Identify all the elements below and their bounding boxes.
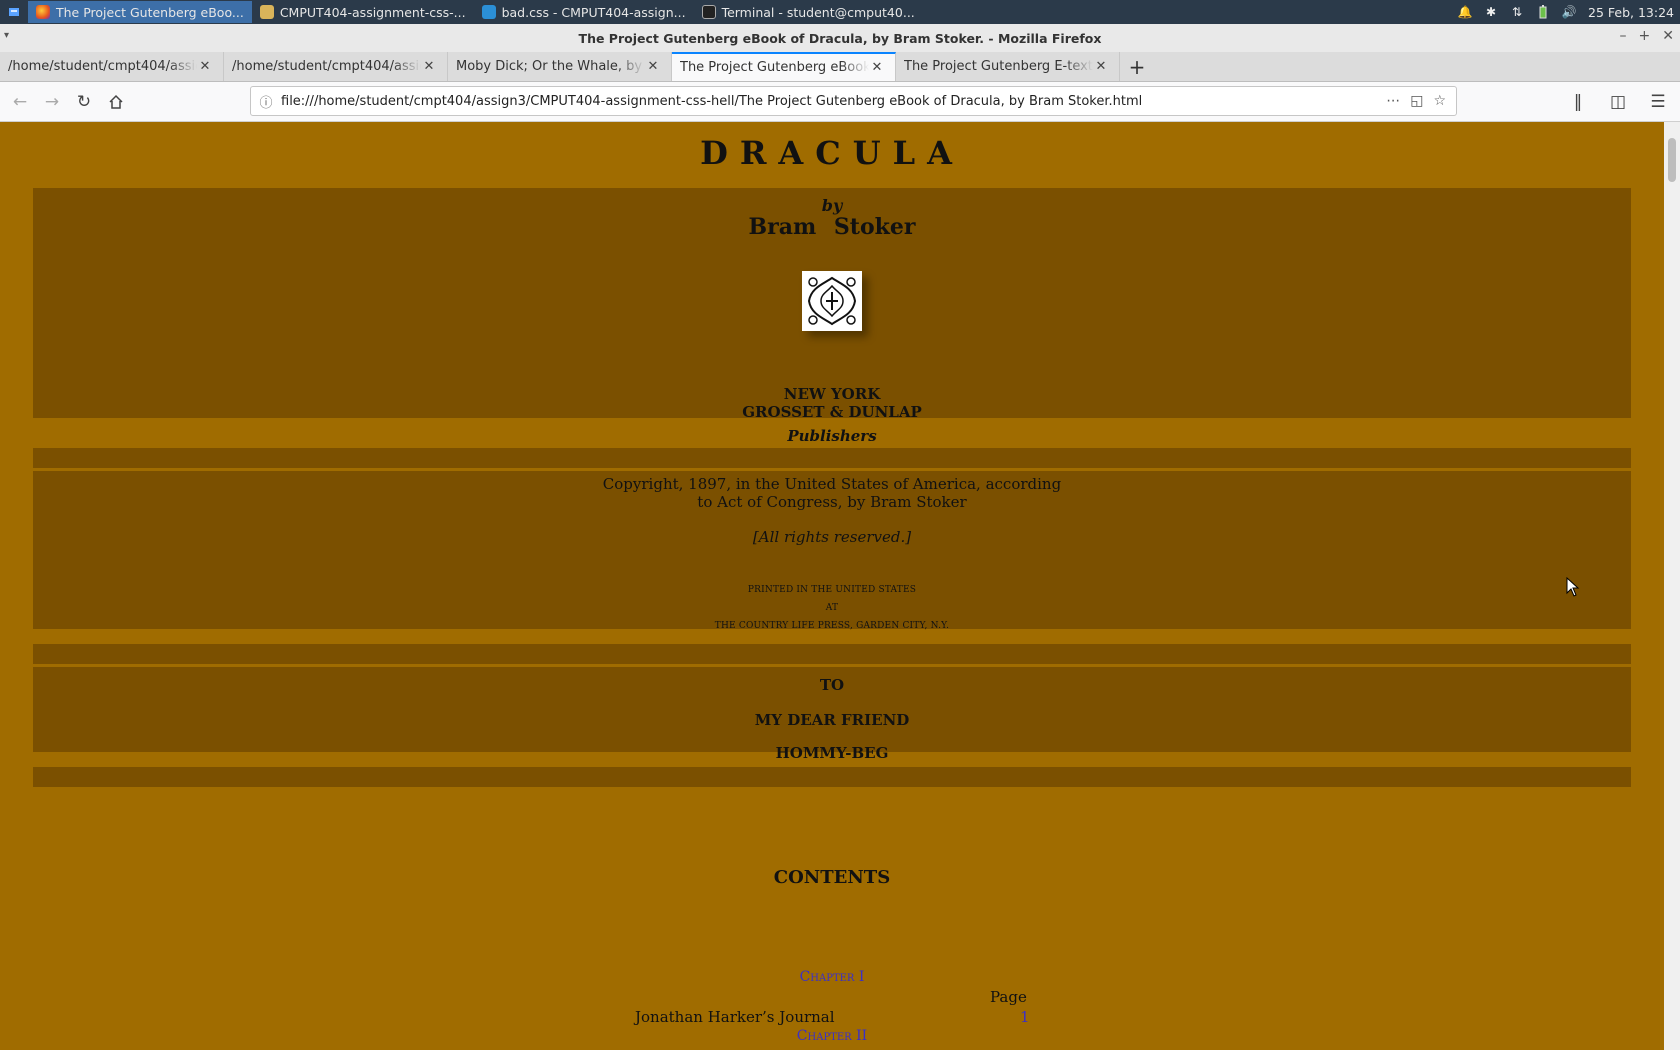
chapter-2-link[interactable]: Chapter II xyxy=(0,1028,1664,1044)
empty-band-2 xyxy=(33,644,1631,664)
author-name: Bram Stoker xyxy=(748,214,916,240)
contents-heading: CONTENTS xyxy=(773,867,891,888)
new-tab-button[interactable]: + xyxy=(1120,52,1154,81)
folder-icon xyxy=(259,5,274,19)
bluetooth-icon[interactable]: ✱ xyxy=(1484,5,1498,19)
copyright-band: Copyright, 1897, in the United States of… xyxy=(33,471,1631,631)
close-window-icon[interactable]: ✕ xyxy=(1662,28,1674,44)
copyright-line-1: Copyright, 1897, in the United States of… xyxy=(602,475,1062,493)
app-menu-icon[interactable] xyxy=(0,0,28,24)
publisher-name: GROSSET & DUNLAP xyxy=(742,403,922,421)
taskbar-file-manager[interactable]: CMPUT404-assignment-css-... xyxy=(252,1,474,23)
toc-entry-page-link[interactable]: 1 xyxy=(1020,1008,1030,1026)
tab-label: /home/student/cmpt404/assign3/ xyxy=(232,59,421,74)
empty-band-3 xyxy=(33,767,1631,787)
tab-moby-dick[interactable]: Moby Dick; Or the Whale, by Herm ✕ xyxy=(448,52,672,81)
tab-close-icon[interactable]: ✕ xyxy=(197,59,213,74)
system-panel: The Project Gutenberg eBoo... CMPUT404-a… xyxy=(0,0,1680,24)
clock[interactable]: 25 Feb, 13:24 xyxy=(1588,5,1674,20)
library-icon[interactable]: ‖ xyxy=(1562,86,1594,118)
page-content: DRACULA by Bram Stoker NEW YORK GROSSET … xyxy=(0,122,1664,1050)
window-titlebar: ▾ The Project Gutenberg eBook of Dracula… xyxy=(0,24,1680,52)
home-icon xyxy=(109,94,123,109)
printed-line-2: AT xyxy=(825,603,839,613)
tab-close-icon[interactable]: ✕ xyxy=(421,59,437,74)
chapter-1-link[interactable]: Chapter I xyxy=(0,969,1664,985)
window-title: The Project Gutenberg eBook of Dracula, … xyxy=(578,30,1102,46)
url-text[interactable]: file:///home/student/cmpt404/assign3/CMP… xyxy=(281,94,1386,109)
back-button[interactable]: ← xyxy=(4,86,36,118)
sidebar-icon[interactable]: ◫ xyxy=(1602,86,1634,118)
terminal-icon xyxy=(701,5,716,19)
maximize-icon[interactable]: + xyxy=(1639,28,1651,44)
tab-dracula[interactable]: The Project Gutenberg eBook of D ✕ xyxy=(672,52,896,81)
dedication-name: HOMMY-BEG xyxy=(775,744,889,762)
forward-button[interactable]: → xyxy=(36,86,68,118)
title-band: by Bram Stoker NEW YORK GROSSET & DUNLAP xyxy=(33,188,1631,421)
page-actions-icon[interactable]: ⋯ xyxy=(1386,93,1400,109)
system-tray: 🔔 ✱ ⇅ 🔊 25 Feb, 13:24 xyxy=(1458,0,1674,24)
minimize-icon[interactable]: – xyxy=(1620,28,1627,44)
tab-label: Moby Dick; Or the Whale, by Herm xyxy=(456,59,645,74)
firefox-icon xyxy=(36,5,50,19)
taskbar-label: CMPUT404-assignment-css-... xyxy=(279,4,466,20)
dedication-band: TO MY DEAR FRIEND xyxy=(33,667,1631,752)
publisher-role: Publishers xyxy=(787,427,877,445)
window-menu-icon[interactable]: ▾ xyxy=(4,30,9,41)
tab-gutenberg-etext[interactable]: The Project Gutenberg E-text of F ✕ xyxy=(896,52,1120,81)
taskbar-label: The Project Gutenberg eBoo... xyxy=(56,4,244,20)
empty-band-1 xyxy=(33,448,1631,468)
volume-icon[interactable]: 🔊 xyxy=(1562,5,1577,19)
tab-close-icon[interactable]: ✕ xyxy=(869,60,885,75)
tab-strip: /home/student/cmpt404/assign3/ ✕ /home/s… xyxy=(0,52,1680,82)
tab-label: /home/student/cmpt404/assign3/ xyxy=(8,59,197,74)
book-title: DRACULA xyxy=(700,134,964,172)
printed-line-1: PRINTED IN THE UNITED STATES xyxy=(747,585,917,595)
taskbar-label: Terminal - student@cmput40... xyxy=(721,4,915,20)
battery-icon[interactable] xyxy=(1536,5,1550,19)
by-line: by xyxy=(821,196,843,215)
taskbar-label: bad.css - CMPUT404-assign... xyxy=(501,4,686,20)
copyright-line-2: to Act of Congress, by Bram Stoker xyxy=(697,493,967,511)
reload-button[interactable]: ↻ xyxy=(68,86,100,118)
taskbar-firefox[interactable]: The Project Gutenberg eBoo... xyxy=(28,1,252,23)
home-button[interactable] xyxy=(100,86,132,118)
pocket-icon[interactable]: ◱ xyxy=(1410,93,1423,109)
dedication-friend: MY DEAR FRIEND xyxy=(754,711,910,729)
site-info-icon[interactable]: ⓘ xyxy=(251,92,281,111)
url-bar[interactable]: ⓘ file:///home/student/cmpt404/assign3/C… xyxy=(250,86,1457,116)
tab-close-icon[interactable]: ✕ xyxy=(645,59,661,74)
ornament-image xyxy=(802,271,862,331)
printed-line-3: THE COUNTRY LIFE PRESS, GARDEN CITY, N.Y… xyxy=(714,621,950,631)
tab-assign3-2[interactable]: /home/student/cmpt404/assign3/ ✕ xyxy=(224,52,448,81)
publisher-city: NEW YORK xyxy=(783,385,881,403)
hamburger-menu-icon[interactable]: ☰ xyxy=(1642,86,1674,118)
tab-label: The Project Gutenberg eBook of D xyxy=(680,60,869,75)
rights-reserved: [All rights reserved.] xyxy=(752,528,912,546)
vscode-icon xyxy=(481,5,496,19)
bookmark-star-icon[interactable]: ☆ xyxy=(1433,93,1446,109)
mouse-cursor xyxy=(1566,576,1582,597)
nav-bar: ← → ↻ ⓘ file:///home/student/cmpt404/ass… xyxy=(0,82,1680,122)
taskbar-vscode[interactable]: bad.css - CMPUT404-assign... xyxy=(474,1,694,23)
dedication-to: TO xyxy=(819,676,845,694)
toc-entry-title: Jonathan Harker’s Journal xyxy=(635,1008,835,1026)
page-column-header: Page xyxy=(990,988,1027,1006)
network-icon[interactable]: ⇅ xyxy=(1510,5,1524,19)
tab-label: The Project Gutenberg E-text of F xyxy=(904,59,1093,74)
page-scrollbar[interactable] xyxy=(1664,122,1680,1050)
tab-assign3-1[interactable]: /home/student/cmpt404/assign3/ ✕ xyxy=(0,52,224,81)
notification-bell-icon[interactable]: 🔔 xyxy=(1458,5,1473,19)
taskbar-terminal[interactable]: Terminal - student@cmput40... xyxy=(694,1,923,23)
tab-close-icon[interactable]: ✕ xyxy=(1093,59,1109,74)
scrollbar-thumb[interactable] xyxy=(1668,138,1676,182)
